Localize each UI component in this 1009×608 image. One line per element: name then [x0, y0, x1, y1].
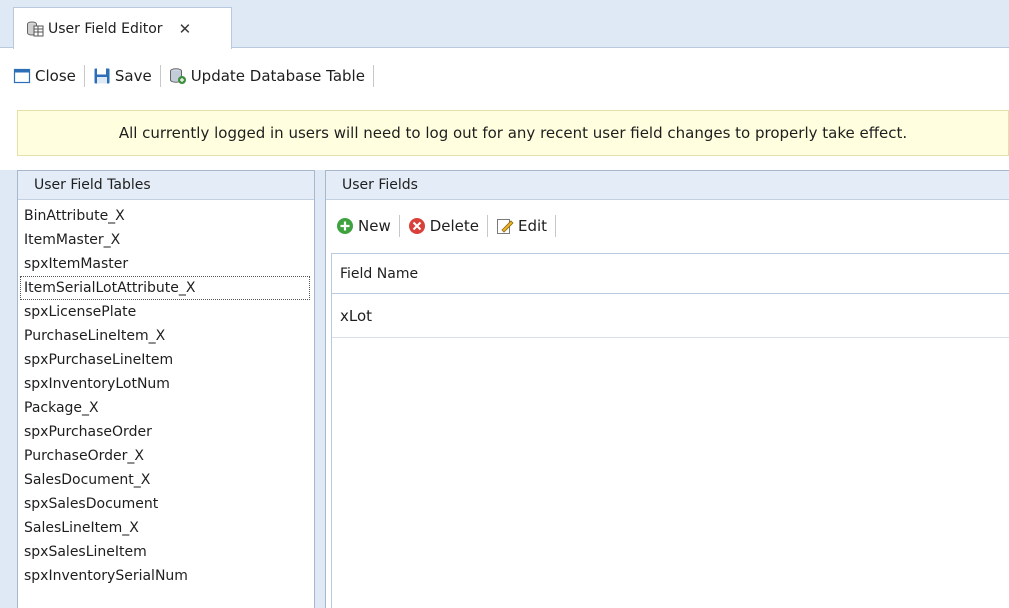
list-item[interactable]: spxItemMaster — [20, 252, 310, 276]
list-item[interactable]: spxInventorySerialNum — [20, 564, 310, 588]
user-field-tables-title: User Field Tables — [34, 177, 151, 193]
save-button[interactable]: Save — [93, 62, 152, 90]
close-window-icon — [13, 68, 31, 83]
list-item[interactable]: SalesLineItem_X — [20, 516, 310, 540]
user-field-tables-header: User Field Tables — [18, 171, 314, 200]
list-item[interactable]: spxPurchaseOrder — [20, 420, 310, 444]
list-item[interactable]: Package_X — [20, 396, 310, 420]
left-rail — [0, 170, 17, 608]
tab-close-icon[interactable]: ✕ — [179, 20, 192, 38]
list-item[interactable]: spxPurchaseLineItem — [20, 348, 310, 372]
delete-circle-icon — [408, 218, 425, 234]
user-fields-toolbar: New Delete Edit — [326, 200, 1009, 252]
column-header-field-name[interactable]: Field Name — [332, 254, 1009, 294]
floppy-disk-icon — [94, 68, 110, 83]
toolbar-divider — [487, 215, 489, 237]
list-item[interactable]: spxSalesLineItem — [20, 540, 310, 564]
notice-text: All currently logged in users will need … — [118, 124, 908, 142]
save-label: Save — [114, 66, 152, 85]
edit-pencil-icon — [497, 219, 514, 234]
toolbar-divider — [398, 215, 400, 237]
list-item[interactable]: spxSalesDocument — [20, 492, 310, 516]
field-name-cell: xLot — [340, 306, 373, 325]
toolbar-divider — [555, 215, 557, 237]
update-database-table-button[interactable]: Update Database Table — [169, 62, 365, 90]
new-label: New — [358, 217, 391, 235]
list-item[interactable]: SalesDocument_X — [20, 468, 310, 492]
user-fields-panel: User Fields New Delete Edit Field Name x… — [325, 170, 1009, 608]
toolbar-divider — [83, 64, 85, 87]
close-label: Close — [35, 66, 76, 85]
delete-field-button[interactable]: Delete — [408, 212, 479, 240]
user-fields-title: User Fields — [342, 177, 418, 193]
main-toolbar: Close Save Update Database Table — [0, 49, 1009, 102]
panel-splitter[interactable] — [315, 170, 325, 608]
table-row[interactable]: xLot — [332, 294, 1009, 338]
new-field-button[interactable]: New — [336, 212, 391, 240]
delete-label: Delete — [429, 217, 480, 235]
logout-notice-banner: All currently logged in users will need … — [17, 110, 1009, 156]
edit-label: Edit — [518, 217, 548, 235]
database-update-icon — [169, 67, 186, 84]
list-item[interactable]: PurchaseOrder_X — [20, 444, 310, 468]
edit-field-button[interactable]: Edit — [496, 212, 547, 240]
add-circle-icon — [337, 218, 353, 234]
user-fields-grid: Field Name xLot — [331, 253, 1009, 608]
toolbar-divider — [372, 64, 374, 87]
user-field-tables-list: BinAttribute_X ItemMaster_X spxItemMaster I… — [18, 200, 314, 588]
column-header-label: Field Name — [340, 265, 419, 282]
tab-label: User Field Editor — [48, 20, 163, 37]
list-item[interactable]: spxLicensePlate — [20, 300, 310, 324]
grid-body: xLot — [332, 294, 1009, 338]
document-tab-strip: User Field Editor ✕ — [0, 0, 1009, 49]
user-fields-header: User Fields — [326, 171, 1009, 200]
toolbar-divider — [159, 64, 161, 87]
list-item[interactable]: PurchaseLineItem_X — [20, 324, 310, 348]
list-item[interactable]: spxInventoryLotNum — [20, 372, 310, 396]
list-item[interactable]: ItemSerialLotAttribute_X — [20, 276, 310, 300]
list-item[interactable]: ItemMaster_X — [20, 228, 310, 252]
close-button[interactable]: Close — [13, 62, 76, 90]
tab-user-field-editor[interactable]: User Field Editor ✕ — [13, 7, 232, 49]
list-item[interactable]: BinAttribute_X — [20, 204, 310, 228]
update-database-table-label: Update Database Table — [190, 66, 365, 85]
user-field-tables-panel: User Field Tables BinAttribute_X ItemMast… — [17, 170, 315, 608]
database-table-icon — [26, 20, 44, 38]
